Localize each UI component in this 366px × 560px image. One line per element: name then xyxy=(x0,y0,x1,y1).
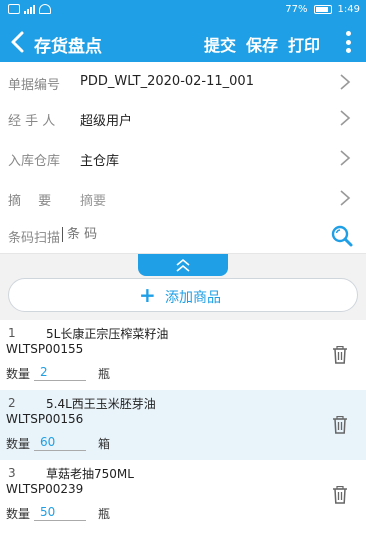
quantity-input[interactable]: 60 xyxy=(34,433,86,451)
summary-row[interactable]: 摘 要 摘要 xyxy=(0,178,366,220)
handler-row[interactable]: 经 手 人 超级用户 xyxy=(0,98,366,140)
item-code: WLTSP00239 xyxy=(6,482,84,496)
quantity-input[interactable]: 50 xyxy=(34,503,86,521)
item-code: WLTSP00156 xyxy=(6,412,84,426)
quantity-label: 数量 xyxy=(6,437,31,451)
barcode-input[interactable] xyxy=(62,227,262,242)
item-unit: 瓶 xyxy=(98,367,111,381)
app-bar: 存货盘点 提交 保存 打印 xyxy=(0,22,366,62)
item-name: 5.4L西王玉米胚芽油 xyxy=(46,397,156,411)
item-index: 1 xyxy=(8,326,16,340)
signal-icon xyxy=(24,4,35,14)
hd-icon xyxy=(8,4,20,14)
print-button[interactable]: 打印 xyxy=(288,32,320,56)
battery-percent: 77% xyxy=(285,4,308,15)
search-icon[interactable] xyxy=(330,224,354,248)
summary-field[interactable]: 摘要 xyxy=(80,190,106,209)
trash-icon[interactable] xyxy=(332,486,348,504)
save-button[interactable]: 保存 xyxy=(246,32,278,56)
item-name: 5L长康正宗压榨菜籽油 xyxy=(46,327,169,341)
warehouse-value: 主仓库 xyxy=(80,154,120,169)
toolbar-actions: 提交 保存 打印 xyxy=(204,32,320,56)
status-bar: 77% 1:49 xyxy=(0,0,366,22)
chevron-right-icon xyxy=(340,190,351,206)
handler-label: 经 手 人 xyxy=(8,114,56,129)
item-unit: 瓶 xyxy=(98,507,111,521)
warehouse-label: 入库仓库 xyxy=(8,154,61,169)
status-left-icons xyxy=(8,4,51,14)
clock: 1:49 xyxy=(337,4,360,15)
more-vert-icon[interactable] xyxy=(340,31,356,53)
battery-icon xyxy=(313,5,332,14)
item-unit: 箱 xyxy=(98,437,111,451)
item-index: 3 xyxy=(8,466,16,480)
barcode-label: 条码扫描 xyxy=(8,231,61,246)
list-item[interactable]: 2 5.4L西王玉米胚芽油 WLTSP00156 数量 60 箱 xyxy=(0,390,366,460)
item-code: WLTSP00155 xyxy=(6,342,84,356)
plus-icon: + xyxy=(139,283,156,307)
chevron-right-icon xyxy=(340,110,351,126)
quantity-label: 数量 xyxy=(6,507,31,521)
collapse-toggle[interactable] xyxy=(138,254,228,276)
warehouse-row[interactable]: 入库仓库 主仓库 xyxy=(0,138,366,180)
chevron-right-icon xyxy=(340,150,351,166)
trash-icon[interactable] xyxy=(332,346,348,364)
handler-value: 超级用户 xyxy=(80,114,133,129)
quantity-input[interactable]: 2 xyxy=(34,363,86,381)
doc-no-label: 单据编号 xyxy=(8,78,61,93)
list-item[interactable]: 3 草菇老抽750ML WLTSP00239 数量 50 瓶 xyxy=(0,460,366,530)
doc-no-value: PDD_WLT_2020-02-11_001 xyxy=(80,74,254,89)
item-index: 2 xyxy=(8,396,16,410)
chevron-right-icon xyxy=(340,74,351,90)
barcode-row: 条码扫描 xyxy=(0,218,366,254)
list-item[interactable]: 1 5L长康正宗压榨菜籽油 WLTSP00155 数量 2 瓶 xyxy=(0,320,366,390)
quantity-label: 数量 xyxy=(6,367,31,381)
add-product-label: 添加商品 xyxy=(165,290,221,306)
list-bottom-space xyxy=(0,530,366,560)
add-product-button[interactable]: + 添加商品 xyxy=(8,278,358,312)
item-name: 草菇老抽750ML xyxy=(46,467,134,481)
page-title: 存货盘点 xyxy=(34,37,102,57)
back-arrow-icon[interactable] xyxy=(6,30,30,54)
trash-icon[interactable] xyxy=(332,416,348,434)
wifi-icon xyxy=(39,4,51,14)
double-chevron-up-icon xyxy=(176,258,190,272)
submit-button[interactable]: 提交 xyxy=(204,32,236,56)
summary-label: 摘 要 xyxy=(8,194,52,209)
status-right-icons: 77% 1:49 xyxy=(285,4,360,15)
